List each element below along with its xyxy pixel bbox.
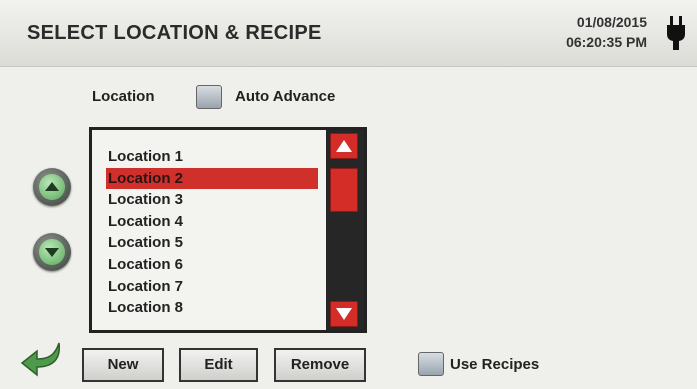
header-bar: SELECT LOCATION & RECIPE 01/08/2015 06:2… (0, 0, 697, 67)
date-text: 01/08/2015 (576, 14, 647, 30)
move-up-inner (39, 174, 65, 200)
location-label: Location (92, 88, 155, 105)
location-listbox[interactable]: Location 1 Location 2 Location 3 Locatio… (89, 127, 367, 333)
scroll-down-button[interactable] (330, 301, 358, 327)
auto-advance-label: Auto Advance (235, 88, 336, 105)
location-list: Location 1 Location 2 Location 3 Locatio… (106, 146, 318, 319)
triangle-up-icon (336, 140, 352, 152)
scroll-thumb[interactable] (330, 168, 358, 212)
new-button[interactable]: New (82, 348, 164, 382)
time-text: 06:20:35 PM (566, 34, 647, 50)
triangle-down-icon (336, 308, 352, 320)
list-item[interactable]: Location 6 (106, 254, 318, 276)
arrow-up-icon (45, 182, 59, 191)
list-item[interactable]: Location 5 (106, 232, 318, 254)
datetime-display: 01/08/2015 06:20:35 PM (566, 12, 647, 52)
back-arrow-icon[interactable] (19, 339, 65, 379)
list-item[interactable]: Location 3 (106, 189, 318, 211)
remove-button[interactable]: Remove (274, 348, 366, 382)
scroll-up-button[interactable] (330, 133, 358, 159)
list-item[interactable]: Location 1 (106, 146, 318, 168)
list-item[interactable]: Location 7 (106, 276, 318, 298)
use-recipes-label: Use Recipes (450, 356, 540, 373)
list-item[interactable]: Location 8 (106, 297, 318, 319)
edit-button[interactable]: Edit (179, 348, 258, 382)
move-down-button[interactable] (33, 233, 71, 271)
list-item-selected[interactable]: Location 2 (106, 167, 318, 190)
move-up-button[interactable] (33, 168, 71, 206)
auto-advance-checkbox[interactable] (196, 85, 222, 109)
list-item[interactable]: Location 4 (106, 211, 318, 233)
move-down-inner (39, 239, 65, 265)
scrollbar[interactable] (326, 130, 364, 330)
page-title: SELECT LOCATION & RECIPE (27, 22, 322, 44)
plug-icon (667, 16, 685, 50)
use-recipes-checkbox[interactable] (418, 352, 444, 376)
arrow-down-icon (45, 248, 59, 257)
